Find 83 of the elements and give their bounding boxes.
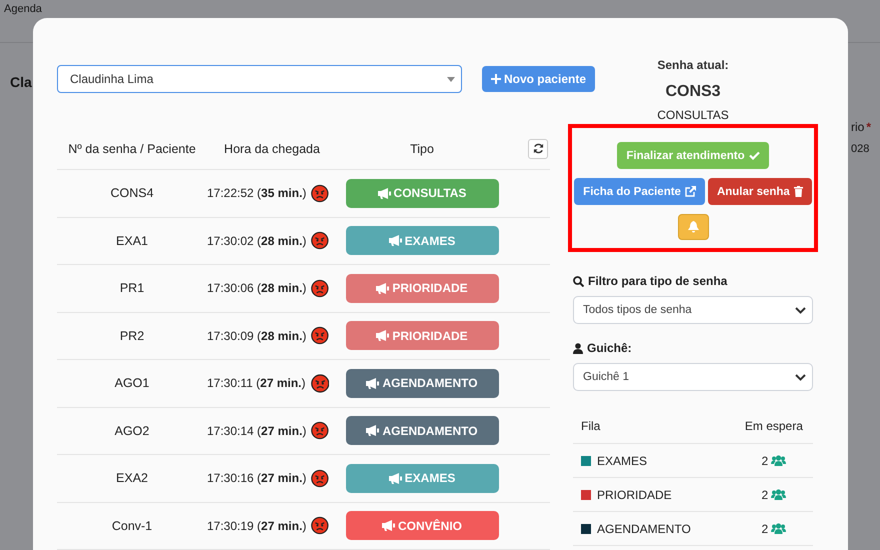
ticket-number: EXA2 xyxy=(115,471,149,486)
user-icon xyxy=(573,342,583,354)
ticket-number: Conv-1 xyxy=(110,518,154,533)
trash-icon xyxy=(794,186,803,197)
chevron-down-icon xyxy=(795,374,806,380)
angry-face-icon xyxy=(311,278,329,298)
current-ticket-code: CONS3 xyxy=(665,83,721,101)
current-ticket-label: Senha atual: xyxy=(657,58,729,72)
nav-link[interactable]: Agenda xyxy=(4,3,42,15)
refresh-icon xyxy=(532,143,544,154)
counter-select[interactable]: Guichê 1 xyxy=(573,363,813,391)
column-header: Hora da chegada xyxy=(223,142,321,156)
angry-face-icon xyxy=(311,231,329,250)
arrival-time: 17:30:11 (27 min.) xyxy=(207,376,306,390)
arrival-time: 17:30:02 (28 min.) xyxy=(207,234,306,248)
refresh-button[interactable] xyxy=(528,138,548,158)
ticket-number: EXA1 xyxy=(115,234,149,248)
page-title: Cla xyxy=(10,74,32,90)
ticket-number: AGO1 xyxy=(114,376,150,390)
arrival-time: 17:30:09 (28 min.) xyxy=(207,328,306,343)
arrival-time: 17:30:16 (27 min.) xyxy=(207,471,306,486)
ticket-type-button[interactable]: CONSULTAS xyxy=(346,178,498,208)
users-icon xyxy=(771,489,786,500)
angry-face-icon xyxy=(311,184,329,203)
megaphone-icon xyxy=(378,188,391,199)
arrival-time: 17:30:14 (27 min.) xyxy=(207,424,306,438)
field-value: 028 xyxy=(851,143,870,155)
ticket-type-button[interactable]: AGENDAMENTO xyxy=(346,416,498,446)
megaphone-icon xyxy=(376,282,390,294)
check-icon xyxy=(748,151,760,160)
arrival-time: 17:30:19 (27 min.) xyxy=(207,518,306,533)
ticket-type-button[interactable]: CONVÊNIO xyxy=(346,511,498,540)
patient-select[interactable]: Claudinha Lima xyxy=(57,65,462,93)
counter-label: Guichê: xyxy=(587,341,632,355)
arrival-time: 17:22:52 (35 min.) xyxy=(207,186,306,200)
ticket-type-button[interactable]: PRIORIDADE xyxy=(346,274,498,303)
new-patient-button[interactable]: Novo paciente xyxy=(482,66,595,92)
column-header: Tipo xyxy=(409,142,435,156)
required-mark: * xyxy=(866,120,872,134)
waiting-count: 2 xyxy=(762,488,768,502)
users-icon xyxy=(771,523,786,534)
column-header: Fila xyxy=(573,419,727,444)
angry-face-icon xyxy=(311,421,329,440)
ticket-number: PR1 xyxy=(118,281,146,296)
ticket-number: CONS4 xyxy=(109,186,155,200)
caret-icon xyxy=(446,76,455,82)
ticket-type-button[interactable]: AGENDAMENTO xyxy=(346,368,498,398)
finish-service-button[interactable]: Finalizar atendimento xyxy=(617,142,769,169)
ticket-number: PR2 xyxy=(118,328,146,343)
megaphone-icon xyxy=(366,378,380,389)
angry-face-icon xyxy=(311,326,329,346)
megaphone-icon xyxy=(388,472,402,484)
external-link-icon xyxy=(684,186,696,197)
queue-name: AGENDAMENTO xyxy=(597,522,691,536)
megaphone-icon xyxy=(388,235,402,246)
field-label: rio xyxy=(851,120,864,134)
plus-icon xyxy=(490,74,501,84)
users-icon xyxy=(771,455,786,466)
cancel-ticket-button[interactable]: Anular senha xyxy=(708,178,812,205)
patient-record-button[interactable]: Ficha do Paciente xyxy=(574,178,705,205)
ticket-number: AGO2 xyxy=(114,424,150,438)
ticket-type-button[interactable]: PRIORIDADE xyxy=(346,321,498,350)
megaphone-icon xyxy=(382,520,395,532)
search-icon xyxy=(573,276,584,286)
megaphone-icon xyxy=(366,425,380,436)
ticket-type-button[interactable]: EXAMES xyxy=(346,226,498,256)
column-header: Nº da senha / Paciente xyxy=(67,142,197,156)
bell-icon xyxy=(688,221,698,233)
queue-name: EXAMES xyxy=(597,454,648,468)
arrival-time: 17:30:06 (28 min.) xyxy=(207,281,306,296)
megaphone-icon xyxy=(376,330,390,342)
filter-label: Filtro para tipo de senha xyxy=(588,274,728,288)
waiting-count: 2 xyxy=(762,522,768,536)
column-header: Em espera xyxy=(726,419,813,444)
waiting-count: 2 xyxy=(762,454,768,468)
ticket-type-select[interactable]: Todos tipos de senha xyxy=(573,296,813,324)
chevron-down-icon xyxy=(795,306,806,314)
angry-face-icon xyxy=(310,374,329,393)
current-ticket-type: CONSULTAS xyxy=(657,108,729,122)
ticket-type-button[interactable]: EXAMES xyxy=(346,464,498,493)
angry-face-icon xyxy=(311,468,329,488)
queue-name: PRIORIDADE xyxy=(597,488,672,502)
angry-face-icon xyxy=(311,516,329,536)
